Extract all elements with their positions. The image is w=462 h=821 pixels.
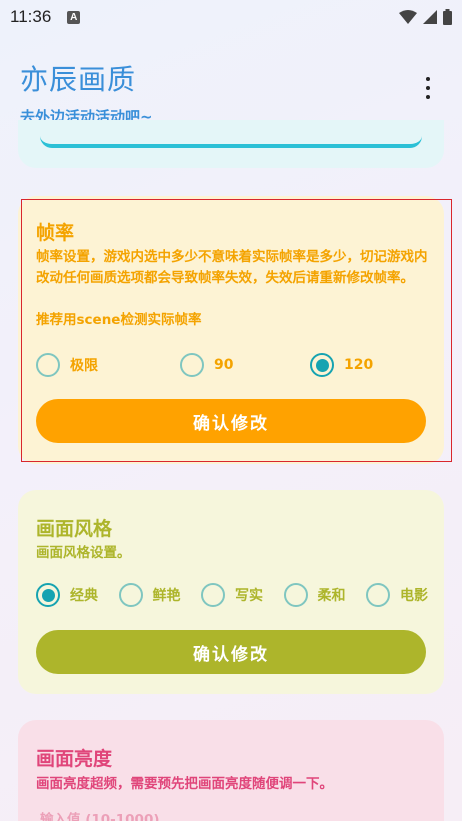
fps-radio-group: 极限 90 120 (36, 353, 428, 377)
style-radio-group: 经典 鲜艳 写实 柔和 电影 (36, 583, 428, 607)
brightness-title: 画面亮度 (36, 748, 113, 770)
fps-description: 帧率设置，游戏内选中多少不意味着实际帧率是多少，切记游戏内改动任何画质选项都会导… (36, 249, 428, 286)
radio-icon (366, 583, 390, 607)
brightness-description: 画面亮度超频，需要预先把画面亮度随便调一下。 (36, 776, 333, 792)
status-time: 11:36 (10, 7, 52, 26)
app-title: 亦辰画质 (20, 63, 137, 96)
radio-selected-icon (36, 583, 60, 607)
fps-card: 帧率 帧率设置，游戏内选中多少不意味着实际帧率是多少，切记游戏内改动任何画质选项… (18, 196, 444, 464)
style-option-realistic[interactable]: 写实 (201, 583, 263, 607)
radio-icon (180, 353, 204, 377)
style-option-classic[interactable]: 经典 (36, 583, 98, 607)
style-option-soft[interactable]: 柔和 (283, 583, 346, 607)
status-bar: 11:36 A (0, 0, 462, 34)
fps-option-extreme[interactable]: 极限 (36, 353, 180, 377)
more-options-button[interactable] (418, 74, 438, 102)
radio-selected-icon (310, 353, 334, 377)
style-option-vivid[interactable]: 鲜艳 (118, 583, 181, 607)
style-card: 画面风格 画面风格设置。 经典 鲜艳 写实 柔和 电影 确认修改 (18, 490, 444, 694)
wifi-icon (399, 10, 417, 24)
previous-card-input-underline (40, 136, 422, 148)
style-description: 画面风格设置。 (36, 545, 131, 561)
previous-card (18, 120, 444, 168)
radio-icon (201, 583, 225, 607)
status-icons (399, 9, 452, 25)
more-vert-icon (426, 76, 430, 81)
keyboard-a-icon: A (67, 10, 81, 24)
style-option-movie[interactable]: 电影 (366, 583, 428, 607)
battery-icon (443, 9, 452, 25)
cellular-signal-icon (423, 10, 437, 24)
fps-title: 帧率 (36, 222, 75, 244)
fps-confirm-button[interactable]: 确认修改 (36, 399, 426, 443)
radio-icon (118, 583, 143, 607)
fps-tip: 推荐用scene检测实际帧率 (36, 312, 202, 328)
style-title: 画面风格 (36, 518, 113, 540)
style-confirm-button[interactable]: 确认修改 (36, 630, 426, 674)
radio-icon (36, 353, 60, 377)
fps-option-90[interactable]: 90 (180, 353, 310, 377)
brightness-input[interactable]: 输入值 (10-1000) (40, 810, 428, 821)
radio-icon (283, 583, 308, 607)
brightness-card: 画面亮度 画面亮度超频，需要预先把画面亮度随便调一下。 输入值 (10-1000… (18, 720, 444, 821)
fps-option-120[interactable]: 120 (310, 353, 373, 377)
